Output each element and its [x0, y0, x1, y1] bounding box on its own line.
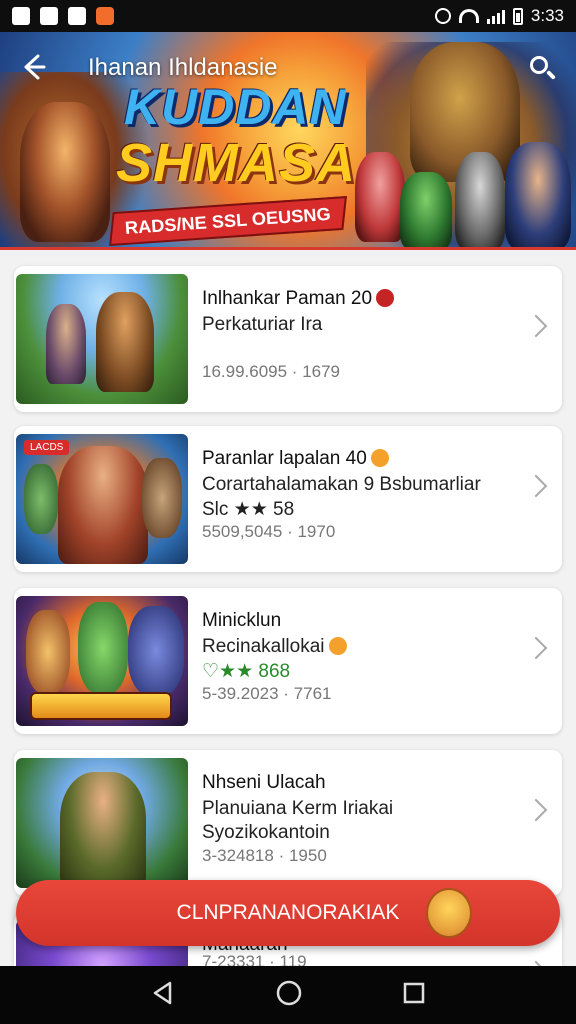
list-item-title: Nhseni Ulacah	[202, 772, 326, 793]
status-time: 3:33	[530, 6, 564, 25]
red-badge-icon	[376, 289, 395, 307]
list-item-title: Paranlar lapalan 40	[202, 448, 389, 470]
hero-character-group-2	[400, 172, 452, 250]
hero-character-left	[20, 102, 110, 242]
chevron-right-icon	[524, 636, 548, 660]
status-left-icons	[12, 7, 114, 25]
cta-label: CLNPRANANORAKIAK	[176, 901, 400, 924]
list-item-title-text: Inlhankar Paman 20	[202, 288, 373, 309]
list-item-thumbnail	[16, 596, 188, 726]
signal-icon	[486, 8, 505, 24]
hero-character-group-1	[355, 152, 405, 242]
image-icon	[12, 7, 30, 25]
list-item-thumbnail	[16, 758, 188, 888]
recent-apps-icon[interactable]	[402, 981, 426, 1010]
hero-banner: Ihanan Ihldanasie KUDDAN SHMASA RADS/NE …	[0, 32, 576, 250]
back-icon[interactable]	[150, 980, 176, 1011]
list-item-meta: 3-324818 · 1950	[202, 846, 327, 865]
alarm-icon	[434, 8, 451, 24]
chevron-right-icon	[524, 314, 548, 338]
hero-logo-line-2: SHMASA	[116, 133, 357, 193]
wifi-icon	[458, 9, 479, 23]
list-item-tag: LACDS	[24, 440, 70, 455]
list-item-meta: 5509,5045 · 1970	[202, 522, 336, 541]
list-item-subtitle: Planuiana Kerm Iriakai	[202, 798, 394, 819]
list-item-meta: 16.99.6095 · 1679	[202, 362, 341, 381]
status-bar: 3:33	[0, 0, 576, 32]
hero-logo-line-1: KUDDAN	[124, 79, 347, 135]
list-item[interactable]: Inlhankar Paman 20 Perkaturiar Ira 16.99…	[14, 266, 562, 412]
calendar-icon	[40, 7, 58, 25]
system-nav-bar	[0, 966, 576, 1024]
list-item-rating: Slc ★★ 58	[202, 499, 295, 520]
orange-badge-icon	[370, 449, 389, 467]
list-item[interactable]: Minicklun Recinakallokai ♡★★ 868 5-39.20…	[14, 588, 562, 734]
list-item-rating: ♡★★ 868	[202, 661, 291, 682]
list-item-subtitle-text: Recinakallokai	[202, 636, 325, 657]
battery-icon	[512, 7, 523, 25]
sync-icon	[68, 7, 86, 25]
app-icon	[96, 7, 114, 25]
list-item-title: Minicklun	[202, 610, 282, 631]
primary-cta-button[interactable]: CLNPRANANORAKIAK	[16, 880, 560, 946]
list-item[interactable]: LACDS Paranlar lapalan 40 Corartahalamak…	[14, 426, 562, 572]
list-item-subtitle: Perkaturiar Ira	[202, 314, 323, 335]
home-icon[interactable]	[275, 979, 303, 1012]
hero-ribbon-text: RADS/NE SSL OEUSNG	[124, 203, 332, 238]
list-item-thumbnail: LACDS	[16, 434, 188, 564]
status-right: 3:33	[434, 6, 564, 26]
hero-divider	[0, 247, 576, 250]
list-item-meta: 5-39.2023 · 7761	[202, 684, 332, 703]
hero-character-group-3	[455, 152, 505, 250]
game-list: Inlhankar Paman 20 Perkaturiar Ira 16.99…	[0, 250, 576, 966]
search-icon[interactable]	[526, 52, 560, 86]
chevron-right-icon	[524, 798, 548, 822]
list-item[interactable]: Nhseni Ulacah Planuiana Kerm Iriakai Syo…	[14, 750, 562, 896]
list-item-subtitle: Recinakallokai	[202, 636, 347, 658]
list-item-title-text: Paranlar lapalan 40	[202, 448, 367, 469]
list-item-title: Inlhankar Paman 20	[202, 288, 395, 310]
hero-ribbon: RADS/NE SSL OEUSNG	[109, 195, 347, 247]
list-item-meta: 7-23331 · 119	[202, 952, 307, 966]
list-item-rating: Syozikokantoin	[202, 822, 330, 843]
orange-badge-icon	[328, 637, 347, 655]
list-item-subtitle: Corartahalamakan 9 Bsbumarliar	[202, 474, 481, 495]
hero-character-group-4	[505, 142, 571, 250]
list-item-thumbnail	[16, 274, 188, 404]
back-arrow-icon[interactable]	[18, 52, 52, 86]
chevron-right-icon	[524, 474, 548, 498]
treasure-bag-icon	[426, 888, 472, 938]
